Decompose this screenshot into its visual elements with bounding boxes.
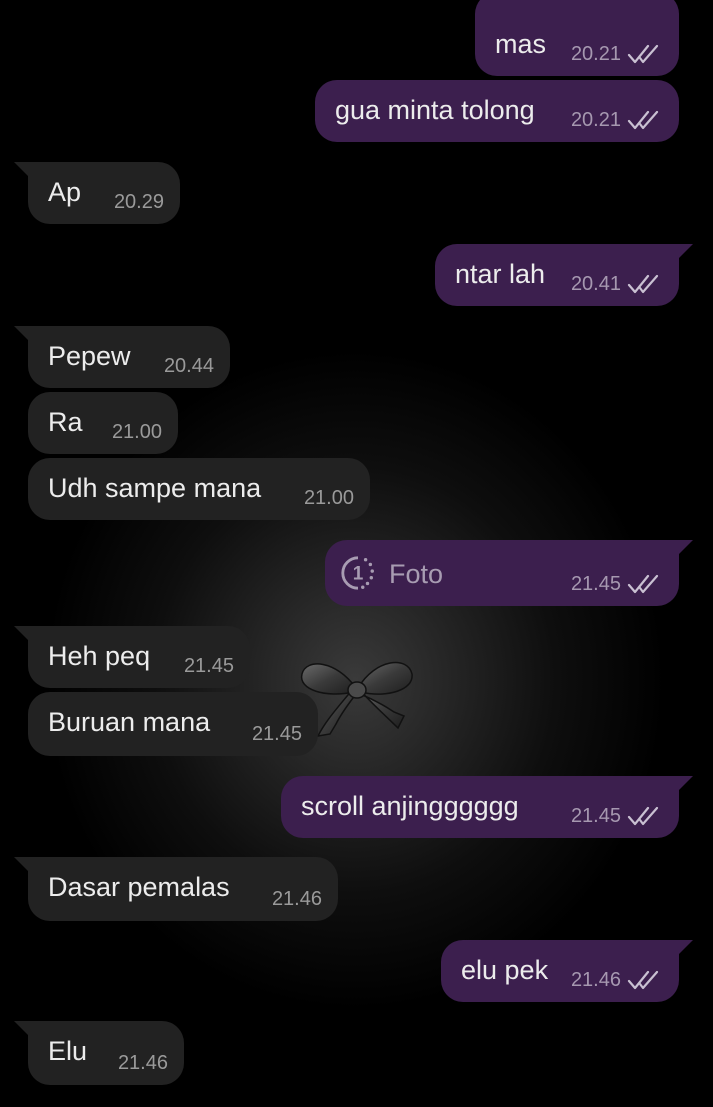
- message-text: Ap: [48, 177, 82, 207]
- message-timestamp: 21.45: [570, 573, 621, 595]
- message-timestamp: 20.41: [570, 273, 621, 295]
- message-text: Elu: [48, 1036, 88, 1066]
- message-timestamp: 20.21: [570, 43, 621, 65]
- message-text: Udh sampe mana: [48, 473, 262, 503]
- message-timestamp: 21.46: [570, 969, 621, 991]
- bubble-tail: [14, 326, 28, 340]
- message-timestamp: 21.00: [111, 421, 162, 443]
- bubble-tail: [679, 244, 693, 258]
- incoming-message[interactable]: Heh peq 21.45: [14, 626, 250, 688]
- message-timestamp: 21.00: [303, 487, 354, 509]
- view-once-badge: 1: [353, 564, 364, 585]
- message-text: scroll anjingggggg: [301, 791, 519, 821]
- incoming-message[interactable]: Buruan mana 21.45: [28, 692, 318, 756]
- read-receipt-icon: [627, 574, 659, 594]
- outgoing-message[interactable]: elu pek 21.46: [441, 940, 693, 1002]
- read-receipt-icon: [627, 806, 659, 826]
- message-text: Ra: [48, 407, 83, 437]
- incoming-message[interactable]: Udh sampe mana 21.00: [28, 458, 370, 520]
- message-timestamp: 21.46: [271, 888, 322, 910]
- outgoing-message[interactable]: mas 20.21: [475, 0, 679, 76]
- message-text: Dasar pemalas: [48, 872, 230, 902]
- incoming-message[interactable]: Ap 20.29: [14, 162, 180, 224]
- bubble-tail: [14, 162, 28, 176]
- bubble-tail: [14, 1021, 28, 1035]
- read-receipt-icon: [627, 970, 659, 990]
- bubble-tail: [679, 540, 693, 554]
- message-timestamp: 20.21: [570, 109, 621, 131]
- message-text: Pepew: [48, 341, 131, 371]
- message-timestamp: 20.44: [163, 355, 214, 377]
- incoming-message[interactable]: Elu 21.46: [14, 1021, 184, 1085]
- message-text: Heh peq: [48, 641, 151, 671]
- view-once-photo-label[interactable]: Foto: [389, 558, 443, 590]
- message-text: elu pek: [461, 955, 549, 985]
- bubble-tail: [14, 857, 28, 871]
- message-timestamp: 21.46: [117, 1052, 168, 1074]
- chat-area[interactable]: mas 20.21 gua minta tolong 20.21 Ap 20.29 ntar…: [0, 0, 713, 1107]
- incoming-message[interactable]: Pepew 20.44: [14, 326, 230, 388]
- message-timestamp: 21.45: [570, 805, 621, 827]
- bubble-tail: [14, 626, 28, 640]
- message-timestamp: 20.29: [113, 191, 164, 213]
- incoming-message[interactable]: Dasar pemalas 21.46: [14, 857, 338, 921]
- bubble-tail: [679, 776, 693, 790]
- outgoing-message[interactable]: scroll anjingggggg 21.45: [281, 776, 693, 838]
- message-text: ntar lah: [455, 259, 546, 289]
- incoming-message[interactable]: Ra 21.00: [28, 392, 178, 454]
- outgoing-message[interactable]: ntar lah 20.41: [435, 244, 693, 306]
- read-receipt-icon: [627, 110, 659, 130]
- view-once-icon: 1: [341, 556, 374, 590]
- message-text: mas: [495, 29, 547, 59]
- message-timestamp: 21.45: [183, 655, 234, 677]
- read-receipt-icon: [627, 274, 659, 294]
- message-text: gua minta tolong: [335, 95, 535, 125]
- bubble-tail: [679, 940, 693, 954]
- read-receipt-icon: [627, 44, 659, 64]
- message-text: Buruan mana: [48, 707, 211, 737]
- message-timestamp: 21.45: [251, 723, 302, 745]
- outgoing-message[interactable]: gua minta tolong 20.21: [315, 80, 679, 142]
- outgoing-message[interactable]: 1 Foto 21.45: [325, 540, 693, 606]
